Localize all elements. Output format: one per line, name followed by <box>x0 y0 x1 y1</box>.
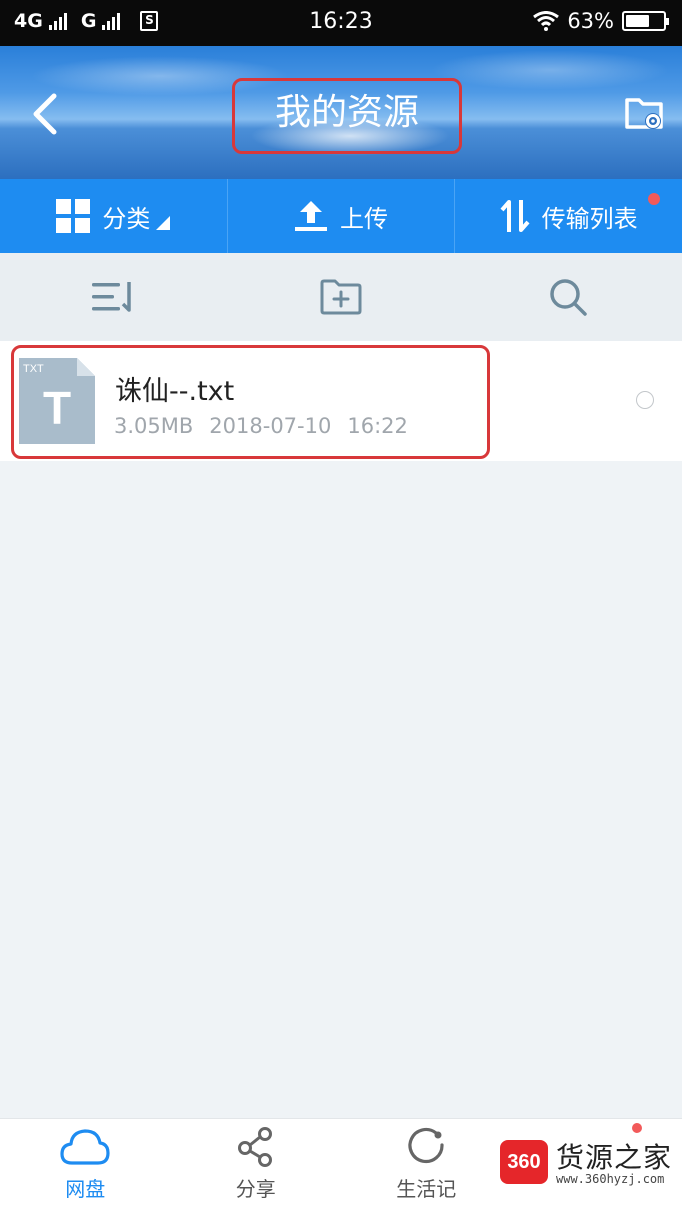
main-toolbar: 分类 上传 传输列表 <box>0 179 682 253</box>
sort-list-icon <box>91 282 131 312</box>
new-folder-icon <box>320 279 362 315</box>
sort-button[interactable] <box>0 253 227 341</box>
file-highlight-box <box>11 345 490 459</box>
category-button[interactable]: 分类 <box>0 179 228 253</box>
battery-percent: 63% <box>567 9 614 33</box>
notification-dot <box>648 193 661 205</box>
notification-dot <box>631 1123 642 1133</box>
watermark-logo: 360 <box>500 1140 548 1184</box>
transfer-list-label: 传输列表 <box>541 204 638 233</box>
header-background-cloud <box>430 50 670 90</box>
search-icon <box>550 279 588 316</box>
folder-settings-icon[interactable] <box>624 94 664 132</box>
transfer-icon <box>500 200 530 232</box>
nav-label: 网盘 <box>65 1177 106 1201</box>
nav-label: 分享 <box>235 1177 276 1201</box>
header: 我的资源 <box>0 46 682 179</box>
file-select-radio[interactable] <box>636 391 654 409</box>
nav-item-share[interactable]: 分享 <box>171 1119 342 1212</box>
dropdown-triangle-icon <box>156 216 171 230</box>
action-bar <box>0 253 682 341</box>
new-folder-button[interactable] <box>227 253 454 341</box>
upload-label: 上传 <box>340 204 388 233</box>
back-icon[interactable] <box>28 92 64 136</box>
battery-icon <box>622 11 669 31</box>
refresh-icon <box>408 1127 444 1164</box>
nav-item-cloud-disk[interactable]: 网盘 <box>0 1119 171 1212</box>
status-bar: 4G G S 16:23 63% <box>0 0 682 46</box>
upload-button[interactable]: 上传 <box>228 179 456 253</box>
share-icon <box>237 1127 272 1167</box>
nav-label: 生活记 <box>396 1177 457 1201</box>
wifi-icon <box>533 11 560 31</box>
nav-item-life-notes[interactable]: 生活记 <box>341 1119 512 1212</box>
title-highlight-box <box>232 78 462 154</box>
transfer-list-button[interactable]: 传输列表 <box>455 179 682 253</box>
watermark: 360 货源之家 www.360hyzj.com <box>498 1134 682 1194</box>
cloud-icon <box>60 1129 110 1165</box>
watermark-url: www.360hyzj.com <box>556 1172 665 1186</box>
grid-icon <box>56 199 91 233</box>
watermark-text: 货源之家 <box>556 1141 673 1174</box>
upload-icon <box>295 201 327 231</box>
search-button[interactable] <box>455 253 682 341</box>
category-label: 分类 <box>102 204 151 233</box>
status-right: 63% <box>533 9 669 33</box>
battery-fill <box>626 15 649 27</box>
